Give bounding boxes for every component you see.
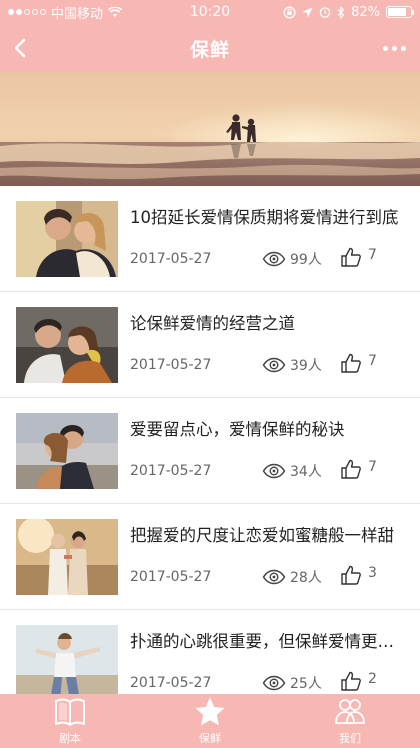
back-button[interactable]	[8, 32, 40, 64]
article-meta: 2017-05-27 99人 7	[130, 246, 402, 271]
list-item[interactable]: 把握爱的尺度让恋爱如蜜糖般一样甜 2017-05-27 28人 3	[0, 504, 420, 610]
thumbs-up-icon	[341, 247, 361, 267]
page-title: 保鲜	[189, 38, 230, 61]
list-item[interactable]: 爱要留点心，爱情保鲜的秘诀 2017-05-27 34人 7	[0, 398, 420, 504]
article-list: 10招延长爱情保质期将爱情进行到底 2017-05-27 99人 7 论保鲜爱情…	[0, 186, 420, 694]
article-thumbnail	[16, 200, 118, 277]
views-count: 39人	[290, 357, 322, 374]
tab-fresh[interactable]: 保鲜	[140, 694, 280, 748]
tab-script[interactable]: 剧本	[0, 694, 140, 748]
thumbs-up-icon	[341, 671, 361, 691]
list-item[interactable]: 10招延长爱情保质期将爱情进行到底 2017-05-27 99人 7	[0, 186, 420, 292]
thumbs-up-icon	[341, 459, 361, 479]
alarm-icon	[319, 7, 331, 18]
nav-bar: 保鲜	[0, 24, 420, 72]
like-button[interactable]: 2	[340, 670, 377, 692]
article-body: 10招延长爱情保质期将爱情进行到底 2017-05-27 99人 7	[130, 201, 404, 277]
article-date: 2017-05-27	[130, 568, 212, 585]
views-count: 99人	[290, 251, 322, 268]
more-dots-icon	[382, 45, 388, 51]
article-date: 2017-05-27	[130, 462, 212, 479]
article-views: 99人	[262, 249, 322, 269]
article-meta: 2017-05-27 34人 7	[130, 458, 402, 483]
battery-icon	[386, 6, 414, 18]
signal-icon	[8, 9, 46, 15]
views-count: 34人	[290, 463, 322, 480]
book-icon	[55, 698, 85, 726]
article-views: 34人	[262, 461, 322, 481]
people-icon	[335, 699, 365, 724]
article-date: 2017-05-27	[130, 356, 212, 373]
location-icon	[302, 7, 313, 17]
list-item[interactable]: 论保鲜爱情的经营之道 2017-05-27 39人 7	[0, 292, 420, 398]
article-title[interactable]: 把握爱的尺度让恋爱如蜜糖般一样甜	[130, 522, 402, 546]
article-body: 扑通的心跳很重要，但保鲜爱情更重要 2017-05-27 25人 2	[130, 625, 404, 695]
likes-count: 7	[368, 352, 377, 369]
likes-count: 7	[368, 246, 377, 263]
tab-label: 我们	[339, 732, 361, 745]
article-thumbnail	[16, 306, 118, 383]
article-views: 39人	[262, 355, 322, 375]
likes-count: 2	[368, 670, 377, 687]
status-right: 82%	[283, 4, 414, 20]
banner-image[interactable]	[0, 72, 420, 186]
carrier-label: 中国移动	[51, 6, 104, 22]
article-views: 25人	[262, 673, 322, 693]
like-button[interactable]: 7	[340, 458, 377, 480]
status-bar: 中国移动 10:20 82%	[0, 0, 420, 24]
list-item[interactable]: 扑通的心跳很重要，但保鲜爱情更重要 2017-05-27 25人 2	[0, 610, 420, 694]
thumbs-up-icon	[341, 353, 361, 373]
article-meta: 2017-05-27 25人 2	[130, 670, 402, 695]
article-date: 2017-05-27	[130, 674, 212, 691]
article-meta: 2017-05-27 28人 3	[130, 564, 402, 589]
article-body: 把握爱的尺度让恋爱如蜜糖般一样甜 2017-05-27 28人 3	[130, 519, 404, 595]
star-icon	[195, 697, 225, 726]
like-button[interactable]: 7	[340, 246, 377, 268]
eye-icon	[262, 569, 286, 584]
views-count: 25人	[290, 675, 322, 692]
article-thumbnail	[16, 518, 118, 595]
article-body: 论保鲜爱情的经营之道 2017-05-27 39人 7	[130, 307, 404, 383]
bluetooth-icon	[337, 5, 345, 19]
article-views: 28人	[262, 567, 322, 587]
tab-label: 保鲜	[199, 732, 221, 745]
banner-illustration	[0, 72, 420, 186]
thumbs-up-icon	[341, 565, 361, 585]
tab-bar: 剧本 保鲜 我们	[0, 694, 420, 748]
article-title[interactable]: 爱要留点心，爱情保鲜的秘诀	[130, 416, 402, 440]
more-button[interactable]	[378, 34, 410, 62]
article-title[interactable]: 扑通的心跳很重要，但保鲜爱情更重要	[130, 628, 402, 652]
eye-icon	[262, 463, 286, 478]
article-title[interactable]: 论保鲜爱情的经营之道	[130, 310, 402, 334]
like-button[interactable]: 3	[340, 564, 377, 586]
article-date: 2017-05-27	[130, 250, 212, 267]
battery-percent: 82%	[351, 4, 380, 20]
like-button[interactable]: 7	[340, 352, 377, 374]
article-body: 爱要留点心，爱情保鲜的秘诀 2017-05-27 34人 7	[130, 413, 404, 489]
lock-rotation-icon	[283, 6, 296, 18]
article-thumbnail	[16, 624, 118, 694]
likes-count: 7	[368, 458, 377, 475]
article-title[interactable]: 10招延长爱情保质期将爱情进行到底	[130, 204, 402, 228]
article-thumbnail	[16, 412, 118, 489]
views-count: 28人	[290, 569, 322, 586]
eye-icon	[262, 357, 286, 372]
eye-icon	[262, 675, 286, 690]
status-left: 中国移动	[8, 3, 123, 22]
battery-level	[388, 8, 407, 16]
article-meta: 2017-05-27 39人 7	[130, 352, 402, 377]
wifi-icon	[108, 6, 123, 17]
eye-icon	[262, 251, 286, 266]
chevron-left-icon	[14, 38, 26, 58]
tab-us[interactable]: 我们	[280, 694, 420, 748]
likes-count: 3	[368, 564, 377, 581]
tab-label: 剧本	[59, 732, 81, 745]
